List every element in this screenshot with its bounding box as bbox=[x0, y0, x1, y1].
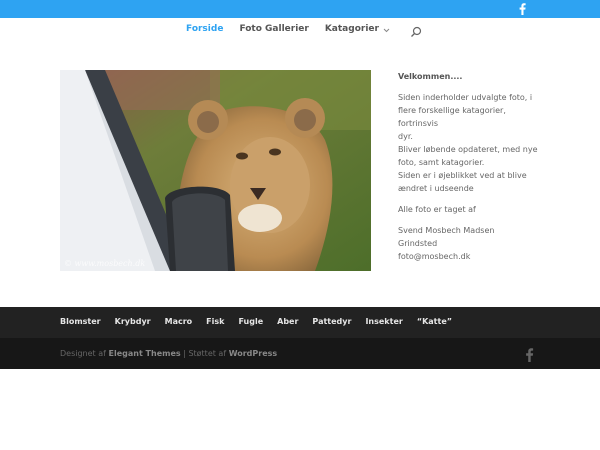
welcome-sidebar: Velkommen.... Siden inderholder udvalgte… bbox=[398, 70, 548, 271]
nav-item-katagorier[interactable]: Katagorier bbox=[325, 24, 390, 34]
contact-email[interactable]: foto@mosbech.dk bbox=[398, 250, 548, 263]
footer-credit: Designet af Elegant Themes | Støttet af … bbox=[60, 349, 277, 358]
text-line: dyr. bbox=[398, 132, 413, 141]
footer-link-fisk[interactable]: Fisk bbox=[206, 317, 224, 326]
footer-link-krybdyr[interactable]: Krybdyr bbox=[115, 317, 151, 326]
credit-theme-link[interactable]: Elegant Themes bbox=[108, 349, 180, 358]
footer-link-blomster[interactable]: Blomster bbox=[60, 317, 101, 326]
contact-city: Grindsted bbox=[398, 239, 438, 248]
text-line: flere forskellige katagorier, fortrinsvi… bbox=[398, 106, 506, 128]
text-line: Bliver løbende opdateret, med nye bbox=[398, 145, 538, 154]
facebook-icon[interactable] bbox=[525, 347, 537, 362]
main-nav: Forside Foto Gallerier Katagorier bbox=[0, 23, 600, 37]
text-line: Siden er i øjeblikket ved at blive bbox=[398, 171, 527, 180]
sidebar-heading: Velkommen.... bbox=[398, 72, 463, 81]
footer-link-pattedyr[interactable]: Pattedyr bbox=[312, 317, 351, 326]
hero-watermark: © www.mosbech.dk bbox=[64, 259, 146, 268]
footer-link-katte[interactable]: “Katte” bbox=[417, 317, 452, 326]
footer-bottom: Designet af Elegant Themes | Støttet af … bbox=[0, 338, 600, 369]
nav-item-foto-gallerier[interactable]: Foto Gallerier bbox=[239, 24, 308, 34]
text-line: Siden inderholder udvalgte foto, i bbox=[398, 93, 533, 102]
contact-name: Svend Mosbech Madsen bbox=[398, 226, 495, 235]
footer-nav: Blomster Krybdyr Macro Fisk Fugle Aber P… bbox=[0, 307, 600, 338]
top-bar bbox=[0, 0, 600, 18]
text-line: foto, samt katagorier. bbox=[398, 158, 485, 167]
credit-prefix: Designet af bbox=[60, 349, 109, 358]
footer-link-macro[interactable]: Macro bbox=[165, 317, 193, 326]
nav-label: Katagorier bbox=[324, 24, 379, 34]
hero-image: © www.mosbech.dk bbox=[60, 70, 371, 271]
sidebar-photographer-intro: Alle foto er taget af bbox=[398, 205, 476, 214]
text-line: ændret i udseende bbox=[398, 184, 474, 193]
chevron-down-icon bbox=[383, 26, 390, 33]
search-icon[interactable] bbox=[410, 23, 422, 37]
footer-link-fugle[interactable]: Fugle bbox=[238, 317, 263, 326]
footer-link-insekter[interactable]: Insekter bbox=[365, 317, 402, 326]
nav-label: Forside bbox=[186, 24, 224, 34]
nav-item-forside[interactable]: Forside bbox=[186, 24, 223, 34]
nav-label: Foto Gallerier bbox=[239, 24, 309, 34]
footer-link-aber[interactable]: Aber bbox=[277, 317, 298, 326]
sidebar-contact: Svend Mosbech Madsen Grindsted foto@mosb… bbox=[398, 224, 548, 263]
facebook-icon[interactable] bbox=[516, 2, 528, 16]
credit-platform-link[interactable]: WordPress bbox=[229, 349, 277, 358]
header: Forside Foto Gallerier Katagorier bbox=[0, 18, 600, 46]
sidebar-intro: Siden inderholder udvalgte foto, i flere… bbox=[398, 91, 548, 195]
credit-separator: | Støttet af bbox=[180, 349, 229, 358]
